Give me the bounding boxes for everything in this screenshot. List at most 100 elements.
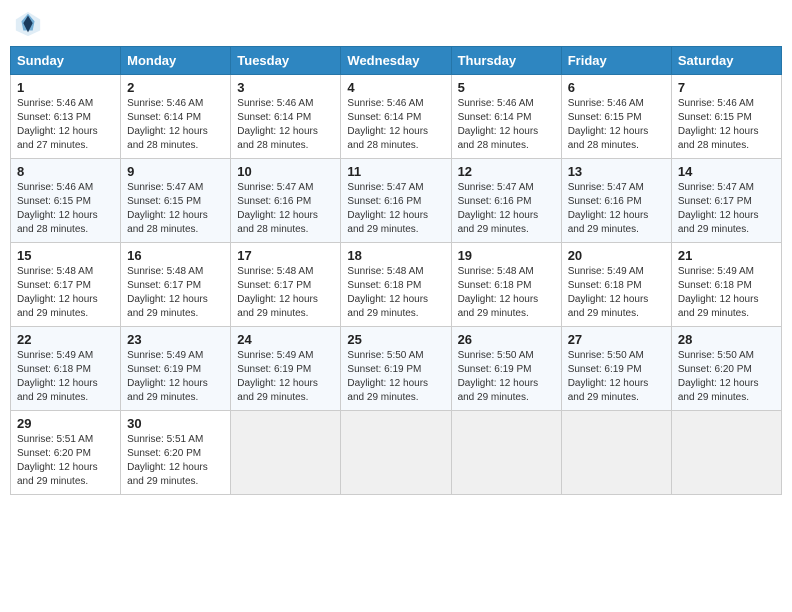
calendar-cell: 12 Sunrise: 5:47 AMSunset: 6:16 PMDayligh…	[451, 159, 561, 243]
day-header-thursday: Thursday	[451, 47, 561, 75]
day-number: 22	[17, 332, 114, 347]
day-number: 11	[347, 164, 444, 179]
calendar-cell	[451, 411, 561, 495]
day-number: 18	[347, 248, 444, 263]
day-header-friday: Friday	[561, 47, 671, 75]
calendar-cell: 6Sunrise: 5:46 AMSunset: 6:15 PMDaylight…	[561, 75, 671, 159]
calendar-cell: 4 Sunrise: 5:46 AMSunset: 6:14 PMDaylight…	[341, 75, 451, 159]
day-number: 4	[347, 80, 444, 95]
cell-info: Sunrise: 5:49 AMSunset: 6:19 PMDaylight:…	[127, 349, 224, 405]
calendar-cell: 26Sunrise: 5:50 AMSunset: 6:19 PMDayligh…	[451, 327, 561, 411]
calendar-week-4: 22 Sunrise: 5:49 AMSunset: 6:18 PMDayligh…	[11, 327, 782, 411]
cell-info: Sunrise: 5:47 AMSunset: 6:16 PMDaylight:…	[237, 181, 334, 237]
day-number: 17	[237, 248, 334, 263]
calendar-week-1: 1Sunrise: 5:46 AMSunset: 6:13 PMDaylight…	[11, 75, 782, 159]
calendar: SundayMondayTuesdayWednesdayThursdayFrid…	[10, 46, 782, 495]
calendar-cell: 13 Sunrise: 5:47 AMSunset: 6:16 PMDayligh…	[561, 159, 671, 243]
day-number: 28	[678, 332, 775, 347]
day-number: 12	[458, 164, 555, 179]
day-number: 23	[127, 332, 224, 347]
calendar-cell	[561, 411, 671, 495]
cell-info: Sunrise: 5:51 AMSunset: 6:20 PMDaylight:…	[17, 433, 114, 489]
day-number: 21	[678, 248, 775, 263]
calendar-cell: 7Sunrise: 5:46 AMSunset: 6:15 PMDaylight…	[671, 75, 781, 159]
day-number: 20	[568, 248, 665, 263]
cell-info: Sunrise: 5:50 AMSunset: 6:19 PMDaylight:…	[458, 349, 555, 405]
calendar-week-3: 15Sunrise: 5:48 AMSunset: 6:17 PMDayligh…	[11, 243, 782, 327]
cell-info: Sunrise: 5:50 AMSunset: 6:20 PMDaylight:…	[678, 349, 775, 405]
calendar-cell: 21 Sunrise: 5:49 AMSunset: 6:18 PMDayligh…	[671, 243, 781, 327]
calendar-cell: 29 Sunrise: 5:51 AMSunset: 6:20 PMDayligh…	[11, 411, 121, 495]
calendar-cell: 28 Sunrise: 5:50 AMSunset: 6:20 PMDayligh…	[671, 327, 781, 411]
logo	[14, 10, 46, 38]
cell-info: Sunrise: 5:46 AMSunset: 6:14 PMDaylight:…	[458, 97, 555, 153]
day-number: 13	[568, 164, 665, 179]
calendar-cell: 9 Sunrise: 5:47 AMSunset: 6:15 PMDaylight…	[121, 159, 231, 243]
calendar-cell: 16Sunrise: 5:48 AMSunset: 6:17 PMDayligh…	[121, 243, 231, 327]
day-number: 2	[127, 80, 224, 95]
calendar-cell	[341, 411, 451, 495]
day-number: 29	[17, 416, 114, 431]
day-number: 19	[458, 248, 555, 263]
day-number: 27	[568, 332, 665, 347]
calendar-cell: 30 Sunrise: 5:51 AMSunset: 6:20 PMDayligh…	[121, 411, 231, 495]
calendar-cell: 27 Sunrise: 5:50 AMSunset: 6:19 PMDayligh…	[561, 327, 671, 411]
calendar-cell: 18 Sunrise: 5:48 AMSunset: 6:18 PMDayligh…	[341, 243, 451, 327]
calendar-header: SundayMondayTuesdayWednesdayThursdayFrid…	[11, 47, 782, 75]
calendar-cell: 24Sunrise: 5:49 AMSunset: 6:19 PMDayligh…	[231, 327, 341, 411]
calendar-cell: 17 Sunrise: 5:48 AMSunset: 6:17 PMDayligh…	[231, 243, 341, 327]
calendar-cell	[231, 411, 341, 495]
calendar-body: 1Sunrise: 5:46 AMSunset: 6:13 PMDaylight…	[11, 75, 782, 495]
calendar-cell	[671, 411, 781, 495]
cell-info: Sunrise: 5:50 AMSunset: 6:19 PMDaylight:…	[568, 349, 665, 405]
day-number: 10	[237, 164, 334, 179]
day-header-wednesday: Wednesday	[341, 47, 451, 75]
cell-info: Sunrise: 5:47 AMSunset: 6:16 PMDaylight:…	[568, 181, 665, 237]
cell-info: Sunrise: 5:48 AMSunset: 6:17 PMDaylight:…	[17, 265, 114, 321]
cell-info: Sunrise: 5:47 AMSunset: 6:17 PMDaylight:…	[678, 181, 775, 237]
cell-info: Sunrise: 5:48 AMSunset: 6:17 PMDaylight:…	[237, 265, 334, 321]
calendar-cell: 3 Sunrise: 5:46 AMSunset: 6:14 PMDaylight…	[231, 75, 341, 159]
cell-info: Sunrise: 5:46 AMSunset: 6:14 PMDaylight:…	[237, 97, 334, 153]
cell-info: Sunrise: 5:49 AMSunset: 6:18 PMDaylight:…	[568, 265, 665, 321]
calendar-cell: 19 Sunrise: 5:48 AMSunset: 6:18 PMDayligh…	[451, 243, 561, 327]
cell-info: Sunrise: 5:46 AMSunset: 6:15 PMDaylight:…	[678, 97, 775, 153]
cell-info: Sunrise: 5:48 AMSunset: 6:18 PMDaylight:…	[458, 265, 555, 321]
day-number: 9	[127, 164, 224, 179]
calendar-cell: 23 Sunrise: 5:49 AMSunset: 6:19 PMDayligh…	[121, 327, 231, 411]
day-number: 5	[458, 80, 555, 95]
day-header-sunday: Sunday	[11, 47, 121, 75]
calendar-cell: 22 Sunrise: 5:49 AMSunset: 6:18 PMDayligh…	[11, 327, 121, 411]
day-number: 8	[17, 164, 114, 179]
cell-info: Sunrise: 5:47 AMSunset: 6:16 PMDaylight:…	[347, 181, 444, 237]
calendar-cell: 1Sunrise: 5:46 AMSunset: 6:13 PMDaylight…	[11, 75, 121, 159]
calendar-cell: 14 Sunrise: 5:47 AMSunset: 6:17 PMDayligh…	[671, 159, 781, 243]
day-number: 14	[678, 164, 775, 179]
day-number: 6	[568, 80, 665, 95]
day-header-tuesday: Tuesday	[231, 47, 341, 75]
cell-info: Sunrise: 5:46 AMSunset: 6:13 PMDaylight:…	[17, 97, 114, 153]
day-number: 30	[127, 416, 224, 431]
cell-info: Sunrise: 5:47 AMSunset: 6:15 PMDaylight:…	[127, 181, 224, 237]
cell-info: Sunrise: 5:49 AMSunset: 6:18 PMDaylight:…	[678, 265, 775, 321]
calendar-cell: 5 Sunrise: 5:46 AMSunset: 6:14 PMDaylight…	[451, 75, 561, 159]
day-header-monday: Monday	[121, 47, 231, 75]
calendar-cell: 11 Sunrise: 5:47 AMSunset: 6:16 PMDayligh…	[341, 159, 451, 243]
cell-info: Sunrise: 5:49 AMSunset: 6:18 PMDaylight:…	[17, 349, 114, 405]
calendar-cell: 15Sunrise: 5:48 AMSunset: 6:17 PMDayligh…	[11, 243, 121, 327]
logo-icon	[14, 10, 42, 38]
calendar-cell: 10 Sunrise: 5:47 AMSunset: 6:16 PMDayligh…	[231, 159, 341, 243]
header	[10, 10, 782, 38]
day-header-saturday: Saturday	[671, 47, 781, 75]
cell-info: Sunrise: 5:46 AMSunset: 6:14 PMDaylight:…	[347, 97, 444, 153]
cell-info: Sunrise: 5:51 AMSunset: 6:20 PMDaylight:…	[127, 433, 224, 489]
calendar-cell: 8Sunrise: 5:46 AMSunset: 6:15 PMDaylight…	[11, 159, 121, 243]
cell-info: Sunrise: 5:48 AMSunset: 6:17 PMDaylight:…	[127, 265, 224, 321]
day-number: 3	[237, 80, 334, 95]
calendar-cell: 2Sunrise: 5:46 AMSunset: 6:14 PMDaylight…	[121, 75, 231, 159]
calendar-week-2: 8Sunrise: 5:46 AMSunset: 6:15 PMDaylight…	[11, 159, 782, 243]
cell-info: Sunrise: 5:49 AMSunset: 6:19 PMDaylight:…	[237, 349, 334, 405]
cell-info: Sunrise: 5:47 AMSunset: 6:16 PMDaylight:…	[458, 181, 555, 237]
header-row: SundayMondayTuesdayWednesdayThursdayFrid…	[11, 47, 782, 75]
cell-info: Sunrise: 5:48 AMSunset: 6:18 PMDaylight:…	[347, 265, 444, 321]
